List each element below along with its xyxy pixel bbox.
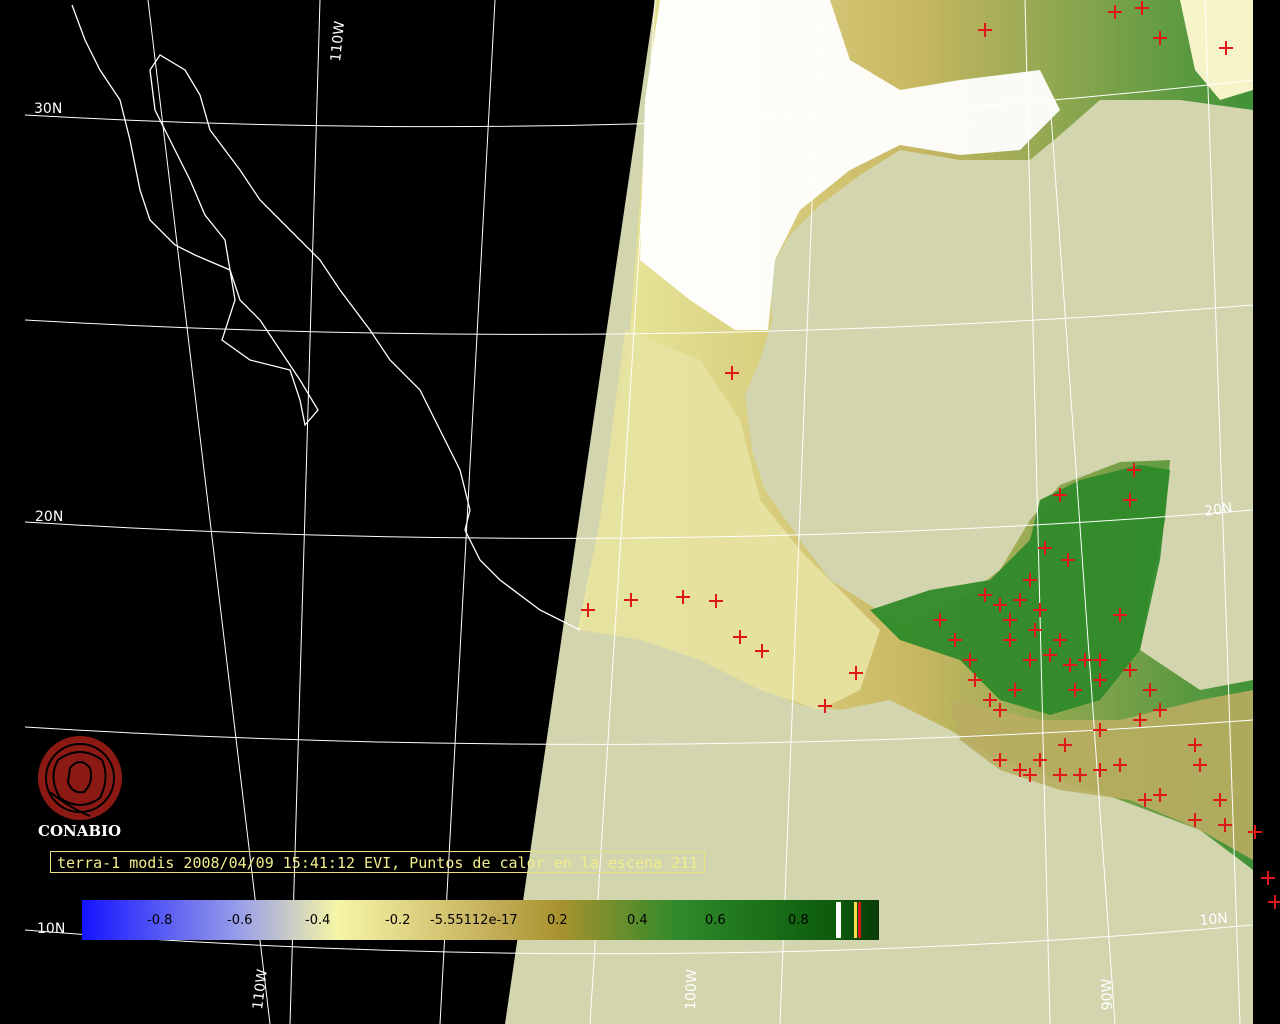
label-10n-right: 10N xyxy=(1199,911,1229,929)
label-90w: 90W xyxy=(1099,978,1116,1010)
colorbar-end-white xyxy=(836,902,841,938)
colorbar-tick-label: -0.2 xyxy=(385,913,410,928)
colorbar-tick-label: -0.6 xyxy=(227,913,252,928)
colorbar-tick-label: 0.6 xyxy=(705,913,726,928)
label-30n: 30N xyxy=(34,101,62,117)
conabio-label: CONABIO xyxy=(38,822,122,840)
colorbar-end-yellow xyxy=(854,902,857,938)
colorbar-tick-label: 0.2 xyxy=(547,913,568,928)
scene-caption: terra-1 modis 2008/04/09 15:41:12 EVI, P… xyxy=(50,851,706,873)
colorbar-tick-label: -0.8 xyxy=(147,913,172,928)
baja-coastline xyxy=(71,4,581,631)
colorbar-end-red xyxy=(858,902,861,938)
conabio-seal-icon xyxy=(38,736,122,820)
evi-colorbar: -0.8 -0.6 -0.4 -0.2 -5.55112e-17 0.2 0.4 0.6 0.8 xyxy=(82,900,879,940)
label-10n-left: 10N xyxy=(37,921,65,937)
colorbar-tick-label: 0.4 xyxy=(627,913,648,928)
colorbar-tick-label: -5.55112e-17 xyxy=(430,913,518,928)
colorbar-ticks: -0.8 -0.6 -0.4 -0.2 -5.55112e-17 0.2 0.4 0.6 0.8 xyxy=(147,913,809,928)
colorbar-tick-label: -0.4 xyxy=(305,913,330,928)
label-100w: 100W xyxy=(683,969,700,1010)
label-20n-left: 20N xyxy=(35,509,63,525)
label-110w-top: 110W xyxy=(328,20,348,62)
colorbar-tick-label: 0.8 xyxy=(788,913,809,928)
night-strip-right xyxy=(1253,0,1280,1024)
